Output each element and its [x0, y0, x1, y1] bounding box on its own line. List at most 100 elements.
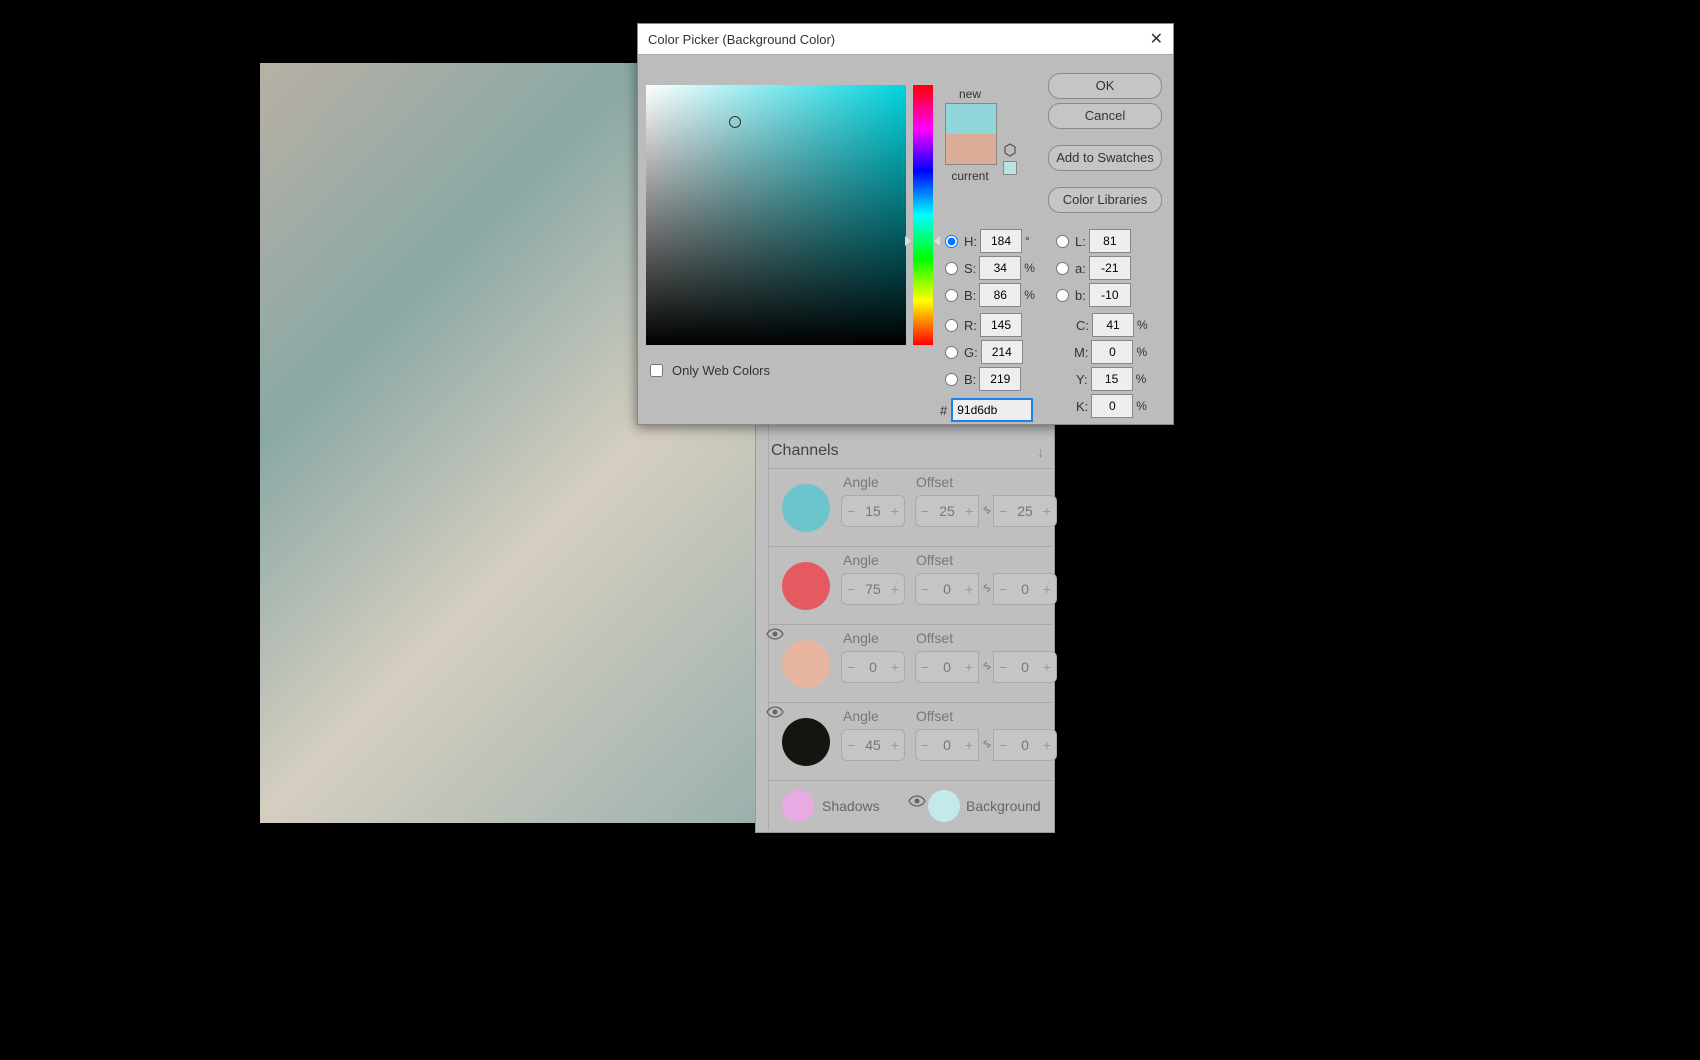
only-web-colors[interactable]: Only Web Colors — [646, 361, 770, 380]
shadows-swatch[interactable] — [782, 790, 814, 822]
close-icon[interactable]: ✕ — [1150, 29, 1163, 49]
link-icon[interactable] — [980, 503, 994, 517]
b-hsb-input[interactable] — [979, 283, 1021, 307]
channel-swatch[interactable] — [782, 718, 830, 766]
hue-slider[interactable] — [913, 85, 933, 345]
visibility-icon[interactable] — [908, 795, 928, 811]
g-radio[interactable] — [945, 346, 958, 359]
only-web-checkbox[interactable] — [650, 364, 663, 377]
link-icon[interactable] — [980, 659, 994, 673]
hue-marker-right[interactable] — [934, 236, 940, 246]
minus-icon[interactable]: − — [842, 581, 860, 597]
minus-icon[interactable]: − — [994, 503, 1012, 519]
cancel-button[interactable]: Cancel — [1048, 103, 1162, 129]
offset2-stepper[interactable]: −0+ — [993, 729, 1057, 761]
r-input[interactable] — [980, 313, 1022, 337]
offset2-stepper[interactable]: −25+ — [993, 495, 1057, 527]
minus-icon[interactable]: − — [994, 659, 1012, 675]
plus-icon[interactable]: + — [960, 737, 978, 753]
h-field[interactable]: H:° — [945, 229, 1039, 253]
minus-icon[interactable]: − — [842, 659, 860, 675]
l-input[interactable] — [1089, 229, 1131, 253]
channel-row[interactable]: AngleOffset−0+−0+−0+ — [768, 624, 1052, 703]
offset2-stepper[interactable]: −0+ — [993, 573, 1057, 605]
visibility-icon[interactable] — [766, 628, 786, 644]
offset1-stepper[interactable]: −0+ — [915, 651, 979, 683]
b-hsb-radio[interactable] — [945, 289, 958, 302]
background-swatch[interactable] — [928, 790, 960, 822]
add-to-swatches-button[interactable]: Add to Swatches — [1048, 145, 1162, 171]
channel-swatch[interactable] — [782, 562, 830, 610]
current-color-swatch[interactable] — [946, 134, 996, 164]
minus-icon[interactable]: − — [842, 737, 860, 753]
a-field[interactable]: a: — [1056, 256, 1148, 280]
plus-icon[interactable]: + — [1038, 503, 1056, 519]
channel-row[interactable]: AngleOffset−75+−0+−0+ — [768, 546, 1052, 625]
saturation-value-field[interactable] — [646, 85, 906, 345]
r-radio[interactable] — [945, 319, 958, 332]
minus-icon[interactable]: − — [916, 503, 934, 519]
channel-swatch[interactable] — [782, 484, 830, 532]
h-radio[interactable] — [945, 235, 958, 248]
b-rgb-field[interactable]: B: — [945, 367, 1038, 391]
plus-icon[interactable]: + — [960, 503, 978, 519]
a-input[interactable] — [1089, 256, 1131, 280]
c-input[interactable] — [1092, 313, 1134, 337]
l-field[interactable]: L: — [1056, 229, 1148, 253]
angle-stepper[interactable]: −15+ — [841, 495, 905, 527]
dialog-titlebar[interactable]: Color Picker (Background Color) ✕ — [638, 24, 1173, 55]
h-input[interactable] — [980, 229, 1022, 253]
color-libraries-button[interactable]: Color Libraries — [1048, 187, 1162, 213]
angle-stepper[interactable]: −45+ — [841, 729, 905, 761]
minus-icon[interactable]: − — [994, 581, 1012, 597]
plus-icon[interactable]: + — [960, 581, 978, 597]
offset1-stepper[interactable]: −0+ — [915, 573, 979, 605]
s-field[interactable]: S:% — [945, 256, 1038, 280]
channel-swatch[interactable] — [782, 640, 830, 688]
m-field[interactable]: M:% — [1074, 340, 1150, 364]
offset1-stepper[interactable]: −25+ — [915, 495, 979, 527]
a-radio[interactable] — [1056, 262, 1069, 275]
y-input[interactable] — [1091, 367, 1133, 391]
web-safe-swatch[interactable] — [1003, 161, 1017, 175]
new-color-swatch[interactable] — [946, 104, 996, 134]
link-icon[interactable] — [980, 581, 994, 595]
y-field[interactable]: Y:% — [1076, 367, 1150, 391]
panel-menu-icon[interactable]: ↓ — [1037, 444, 1044, 460]
g-input[interactable] — [981, 340, 1023, 364]
s-radio[interactable] — [945, 262, 958, 275]
angle-stepper[interactable]: −0+ — [841, 651, 905, 683]
plus-icon[interactable]: + — [886, 659, 904, 675]
channel-row[interactable]: AngleOffset−45+−0+−0+ — [768, 702, 1052, 781]
offset1-stepper[interactable]: −0+ — [915, 729, 979, 761]
m-input[interactable] — [1091, 340, 1133, 364]
minus-icon[interactable]: − — [916, 659, 934, 675]
offset2-stepper[interactable]: −0+ — [993, 651, 1057, 683]
b-lab-field[interactable]: b: — [1056, 283, 1148, 307]
minus-icon[interactable]: − — [916, 737, 934, 753]
b-rgb-input[interactable] — [979, 367, 1021, 391]
ok-button[interactable]: OK — [1048, 73, 1162, 99]
b-lab-input[interactable] — [1089, 283, 1131, 307]
hex-field[interactable]: # — [940, 398, 1033, 422]
l-radio[interactable] — [1056, 235, 1069, 248]
b-hsb-field[interactable]: B:% — [945, 283, 1038, 307]
plus-icon[interactable]: + — [886, 737, 904, 753]
k-field[interactable]: K:% — [1076, 394, 1150, 418]
plus-icon[interactable]: + — [960, 659, 978, 675]
plus-icon[interactable]: + — [886, 581, 904, 597]
hex-input[interactable] — [951, 398, 1033, 422]
angle-stepper[interactable]: −75+ — [841, 573, 905, 605]
sv-marker[interactable] — [729, 116, 741, 128]
link-icon[interactable] — [980, 737, 994, 751]
b-lab-radio[interactable] — [1056, 289, 1069, 302]
minus-icon[interactable]: − — [994, 737, 1012, 753]
s-input[interactable] — [979, 256, 1021, 280]
minus-icon[interactable]: − — [916, 581, 934, 597]
plus-icon[interactable]: + — [1038, 581, 1056, 597]
minus-icon[interactable]: − — [842, 503, 860, 519]
plus-icon[interactable]: + — [1038, 659, 1056, 675]
c-field[interactable]: C:% — [1076, 313, 1151, 337]
k-input[interactable] — [1091, 394, 1133, 418]
r-field[interactable]: R: — [945, 313, 1039, 337]
